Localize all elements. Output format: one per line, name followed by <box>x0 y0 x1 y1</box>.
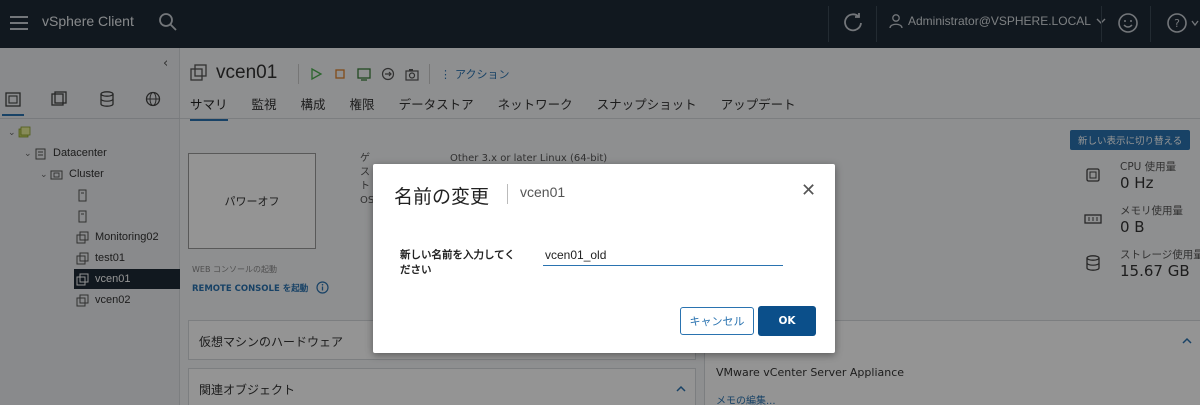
rename-dialog: 名前の変更 vcen01 ✕ 新しい名前を入力してください キャンセル OK <box>373 164 835 353</box>
ok-button[interactable]: OK <box>758 306 816 336</box>
dialog-title: 名前の変更 <box>394 186 490 208</box>
new-name-input[interactable] <box>543 244 783 266</box>
close-icon[interactable]: ✕ <box>801 180 816 201</box>
dialog-title-divider <box>507 184 508 204</box>
new-name-label: 新しい名前を入力してください <box>400 249 515 276</box>
cancel-button[interactable]: キャンセル <box>680 307 754 335</box>
dialog-subtitle: vcen01 <box>520 184 566 200</box>
